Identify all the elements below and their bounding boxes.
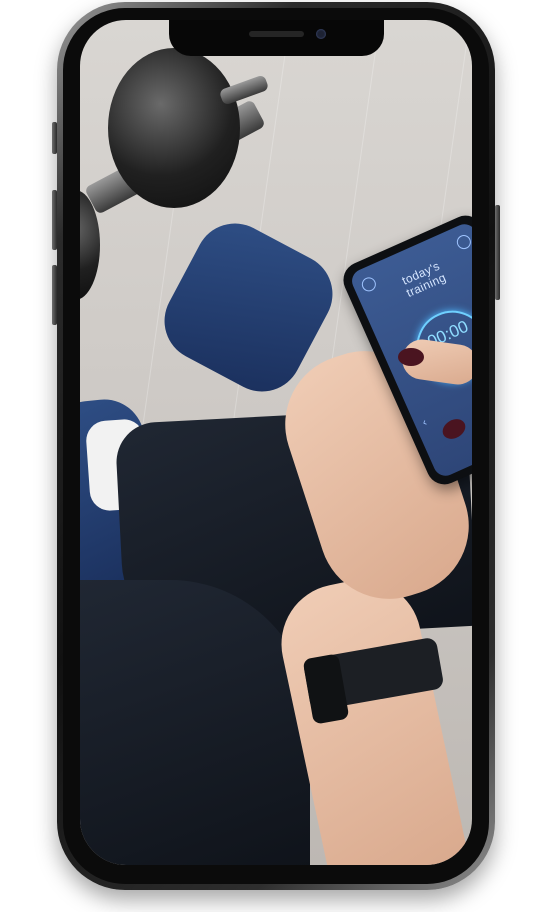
front-camera-icon	[316, 29, 326, 39]
notch	[169, 20, 384, 56]
speaker-grille	[249, 31, 304, 37]
side-button-left-2	[52, 190, 57, 250]
side-button-left-3	[52, 265, 57, 325]
side-button-right	[495, 205, 500, 300]
dumbbell-plate	[108, 48, 240, 208]
thumb-nail	[398, 348, 424, 366]
chevron-left-icon[interactable]: ‹	[421, 416, 429, 428]
phone-screen: today's training 00:00 start ‹ ›	[80, 20, 472, 865]
side-button-left-1	[52, 122, 57, 154]
